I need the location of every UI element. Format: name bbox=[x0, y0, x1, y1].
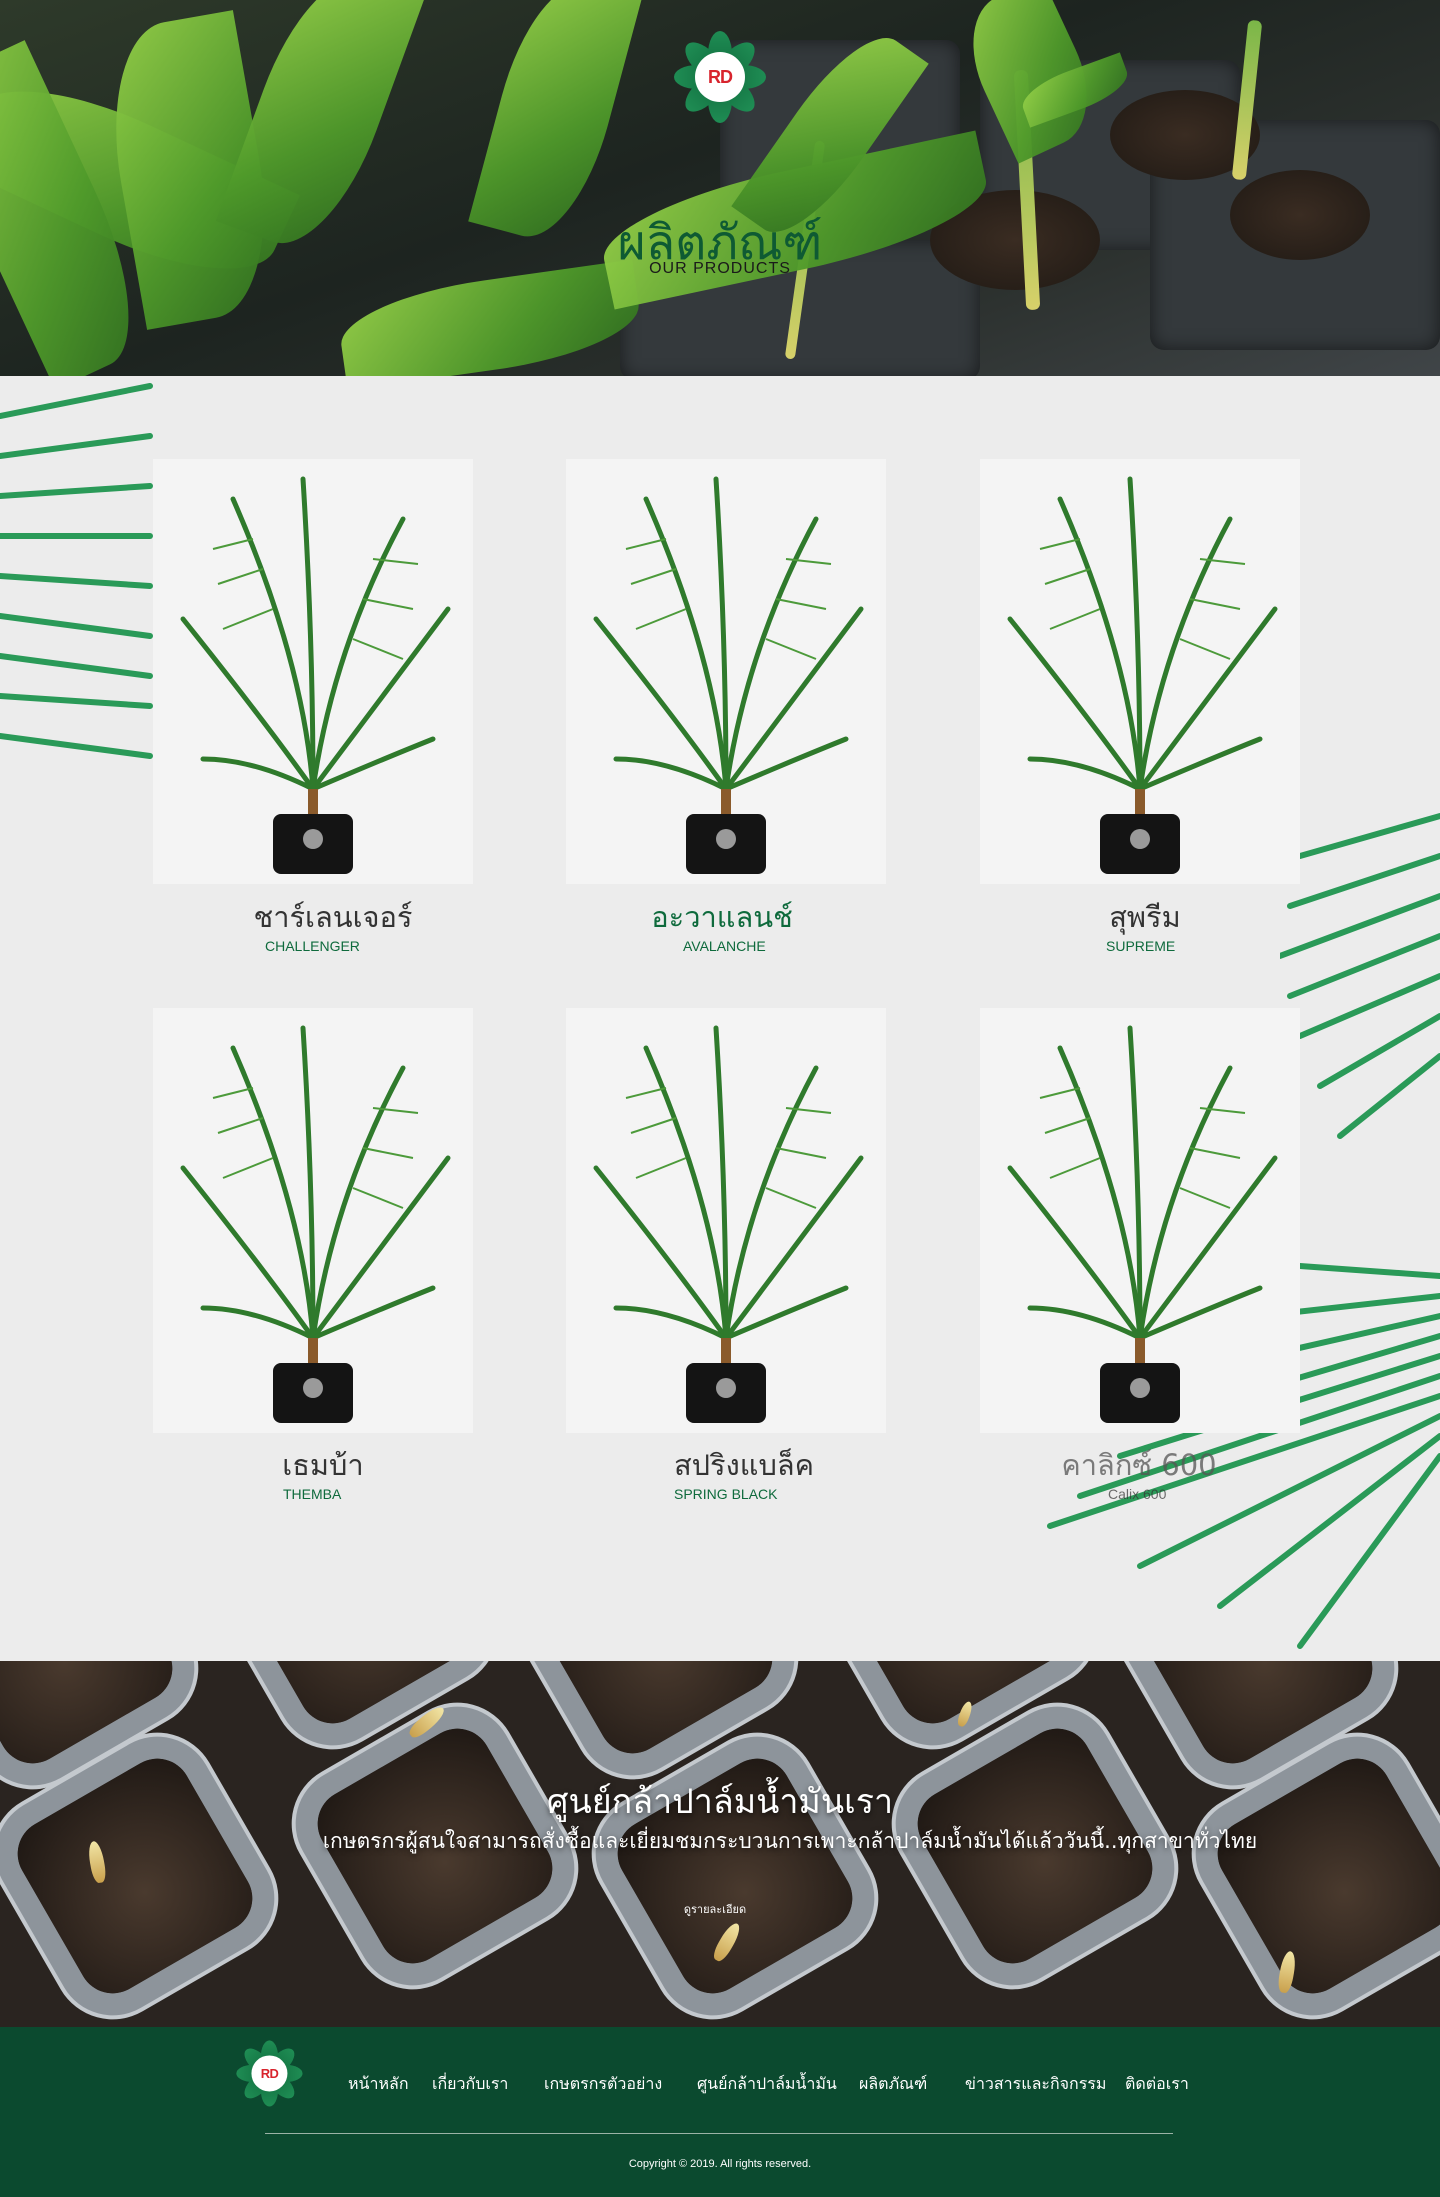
nursery-title: ศูนย์กล้าปาล์มน้ำมันเรา bbox=[546, 1782, 894, 1822]
product-name[interactable]: สุพรีม bbox=[985, 894, 1305, 940]
nav-contact[interactable]: ติดต่อเรา bbox=[1125, 2072, 1189, 2097]
palm-frond-decoration bbox=[1280, 813, 1440, 1139]
product-name[interactable]: เธมบ้า bbox=[163, 1442, 483, 1488]
nursery-description: เกษตรกรผู้สนใจสามารถสั่งซื้อและเยี่ยมชมก… bbox=[322, 1829, 1258, 1853]
palm-seedling-image bbox=[180, 476, 451, 874]
nav-home[interactable]: หน้าหลัก bbox=[348, 2072, 409, 2097]
palm-frond-decoration bbox=[0, 383, 153, 759]
palm-seedling-image bbox=[1007, 1025, 1278, 1423]
product-card-themba[interactable] bbox=[153, 1008, 473, 1433]
copyright: Copyright © 2019. All rights reserved. bbox=[628, 2158, 812, 2170]
product-card-challenger[interactable] bbox=[153, 459, 473, 884]
footer-logo[interactable]: RD bbox=[232, 2036, 307, 2111]
product-name-en: AVALANCHE bbox=[683, 938, 766, 954]
nav-about[interactable]: เกี่ยวกับเรา bbox=[432, 2072, 508, 2097]
logo-text: RD bbox=[260, 2065, 279, 2081]
hero-banner: RD ผลิตภัณฑ์ OUR PRODUCTS bbox=[0, 0, 1440, 376]
footer-divider bbox=[265, 2133, 1173, 2134]
product-name-en: SUPREME bbox=[1106, 938, 1176, 954]
brand-logo[interactable]: RD bbox=[668, 25, 772, 129]
logo-text: RD bbox=[708, 66, 733, 87]
product-card-spring-black[interactable] bbox=[566, 1008, 886, 1433]
product-name-en: SPRING BLACK bbox=[674, 1486, 778, 1502]
product-card-calix-600[interactable] bbox=[980, 1008, 1300, 1433]
footer bbox=[0, 2027, 1440, 2197]
nav-news[interactable]: ข่าวสารและกิจกรรม bbox=[965, 2072, 1106, 2097]
palm-seedling-image bbox=[1007, 476, 1278, 874]
product-name[interactable]: ชาร์เลนเจอร์ bbox=[173, 894, 493, 940]
product-name-en: THEMBA bbox=[283, 1486, 342, 1502]
product-card-supreme[interactable] bbox=[980, 459, 1300, 884]
palm-seedling-image bbox=[593, 476, 864, 874]
products-section: ชาร์เลนเจอร์ CHALLENGER อะวาแลนช์ AVALAN… bbox=[0, 376, 1440, 1661]
nav-nursery-center[interactable]: ศูนย์กล้าปาล์มน้ำมัน bbox=[697, 2072, 837, 2097]
nav-model-farmers[interactable]: เกษตรกรตัวอย่าง bbox=[544, 2072, 662, 2097]
product-name[interactable]: คาลิกซ์ 600 bbox=[979, 1442, 1299, 1488]
palm-seedling-image bbox=[593, 1025, 864, 1423]
page-subtitle: OUR PRODUCTS bbox=[649, 260, 791, 277]
palm-seedling-image bbox=[180, 1025, 451, 1423]
details-link[interactable]: ดูรายละเอียด bbox=[0, 1900, 1430, 1918]
product-name-en: Calix 600 bbox=[1108, 1486, 1167, 1502]
product-name[interactable]: อะวาแลนช์ bbox=[562, 894, 882, 940]
nav-products[interactable]: ผลิตภัณฑ์ bbox=[859, 2072, 927, 2097]
product-card-avalanche[interactable] bbox=[566, 459, 886, 884]
product-name[interactable]: สปริงแบล็ค bbox=[584, 1442, 904, 1488]
product-name-en: CHALLENGER bbox=[265, 938, 360, 954]
